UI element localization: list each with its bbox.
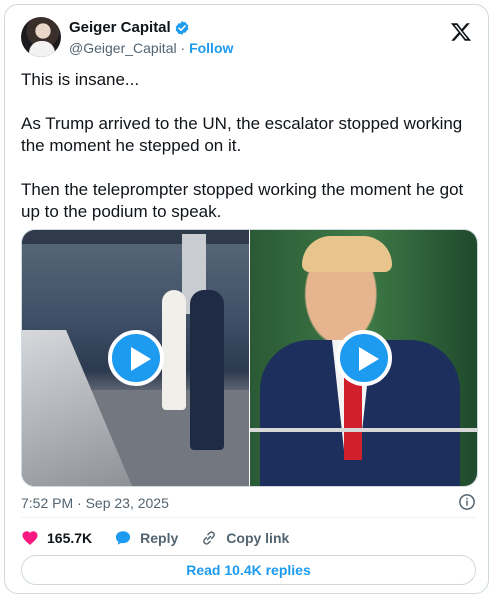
video-frame-hair	[302, 236, 392, 272]
play-icon[interactable]	[335, 330, 392, 386]
heart-icon	[22, 531, 38, 545]
read-replies-button[interactable]: Read 10.4K replies	[21, 555, 476, 585]
video-frame-podium	[250, 428, 477, 432]
action-bar: 165.7K Reply Copy link	[21, 527, 476, 549]
timestamp-row: 7:52 PM · Sep 23, 2025	[21, 493, 476, 513]
follow-button[interactable]: Follow	[189, 40, 233, 56]
video-frame-ceiling	[22, 230, 249, 244]
handle-row: @Geiger_Capital · Follow	[69, 39, 233, 57]
author-avatar[interactable]	[21, 17, 61, 57]
play-icon[interactable]	[107, 330, 164, 386]
link-icon	[203, 531, 216, 545]
reply-button[interactable]: Reply	[114, 529, 178, 547]
video-escalator[interactable]	[22, 230, 249, 486]
video-teleprompter[interactable]	[250, 230, 477, 486]
reply-label: Reply	[140, 530, 179, 546]
divider	[21, 517, 476, 518]
media-grid	[21, 229, 478, 487]
tweet-timestamp[interactable]: 7:52 PM · Sep 23, 2025	[21, 495, 169, 511]
separator-dot: ·	[180, 40, 186, 56]
copy-link-button[interactable]: Copy link	[200, 529, 289, 547]
like-count: 165.7K	[47, 530, 93, 546]
author-names: Geiger Capital @Geiger_Capital · Follow	[69, 19, 233, 57]
video-frame-figure	[190, 290, 224, 450]
x-logo-icon[interactable]	[450, 21, 472, 43]
info-icon[interactable]	[458, 493, 476, 511]
author-display-name[interactable]: Geiger Capital	[69, 19, 190, 37]
copy-link-label: Copy link	[226, 530, 290, 546]
tweet-card: Geiger Capital @Geiger_Capital · Follow …	[4, 4, 489, 594]
tweet-header: Geiger Capital @Geiger_Capital · Follow	[21, 17, 472, 61]
author-handle[interactable]: @Geiger_Capital	[69, 40, 177, 56]
video-frame-figure	[162, 290, 186, 410]
verified-badge-icon	[175, 21, 189, 35]
author-display-name-text[interactable]: Geiger Capital	[69, 19, 171, 37]
like-button[interactable]: 165.7K	[21, 529, 92, 547]
tweet-text: This is insane... As Trump arrived to th…	[21, 70, 464, 221]
reply-bubble-icon	[116, 531, 131, 545]
